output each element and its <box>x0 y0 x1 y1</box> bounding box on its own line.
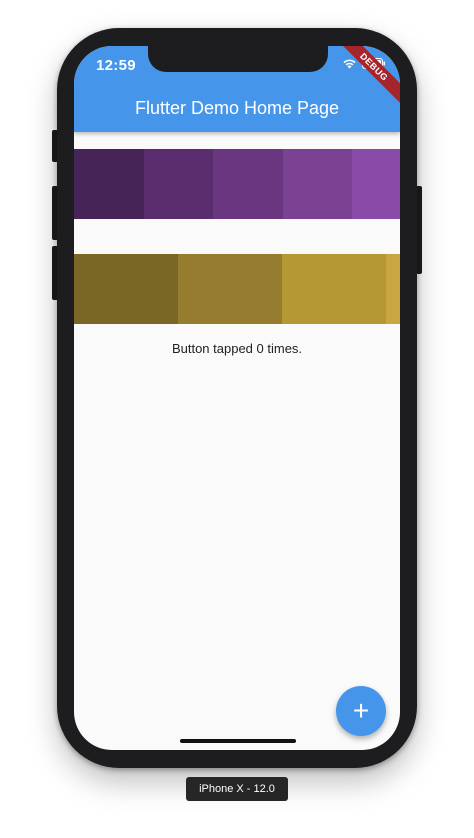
device-label: iPhone X - 12.0 <box>186 777 288 801</box>
phone-screen: 12:59 Flutter Demo Home Page DEBUG Butto <box>74 46 400 750</box>
app-bar: 12:59 Flutter Demo Home Page <box>74 46 400 132</box>
home-indicator <box>180 739 296 743</box>
increment-fab[interactable]: + <box>336 686 386 736</box>
app-bar-title: Flutter Demo Home Page <box>134 98 340 118</box>
purple-swatch-5 <box>352 149 400 219</box>
purple-swatch-4 <box>282 149 353 219</box>
gold-color-row <box>74 254 400 324</box>
purple-swatch-2 <box>143 149 214 219</box>
add-icon: + <box>352 695 370 726</box>
purple-swatch-1 <box>74 149 144 219</box>
notch <box>148 46 328 72</box>
purple-swatch-3 <box>213 149 283 219</box>
counter-text: Button tapped 0 times. <box>171 341 303 356</box>
status-time: 12:59 <box>96 57 136 74</box>
gold-swatch-4 <box>386 254 400 324</box>
gold-swatch-1 <box>74 254 178 324</box>
gold-swatch-2 <box>178 254 282 324</box>
wifi-icon <box>342 56 357 74</box>
gold-swatch-3 <box>282 254 386 324</box>
purple-color-row <box>74 149 400 219</box>
